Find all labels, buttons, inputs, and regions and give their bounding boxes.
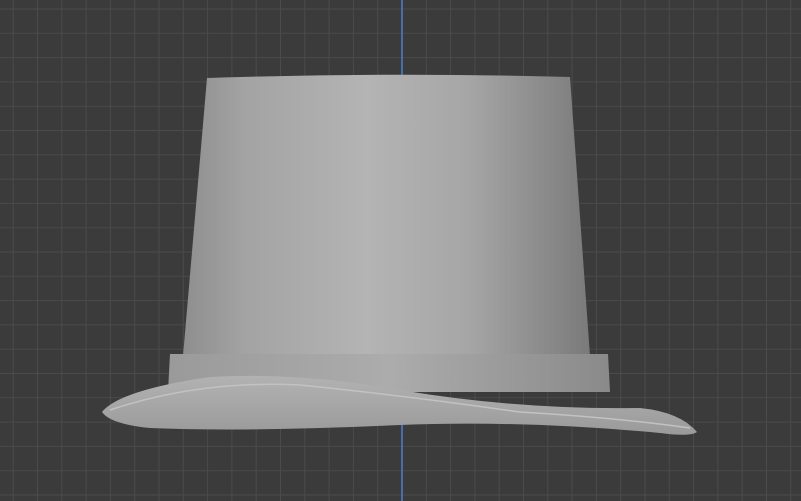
- top-hat-model[interactable]: [102, 74, 697, 435]
- 3d-viewport[interactable]: [0, 0, 801, 501]
- viewport-canvas[interactable]: [0, 0, 801, 501]
- hat-crown: [183, 74, 590, 357]
